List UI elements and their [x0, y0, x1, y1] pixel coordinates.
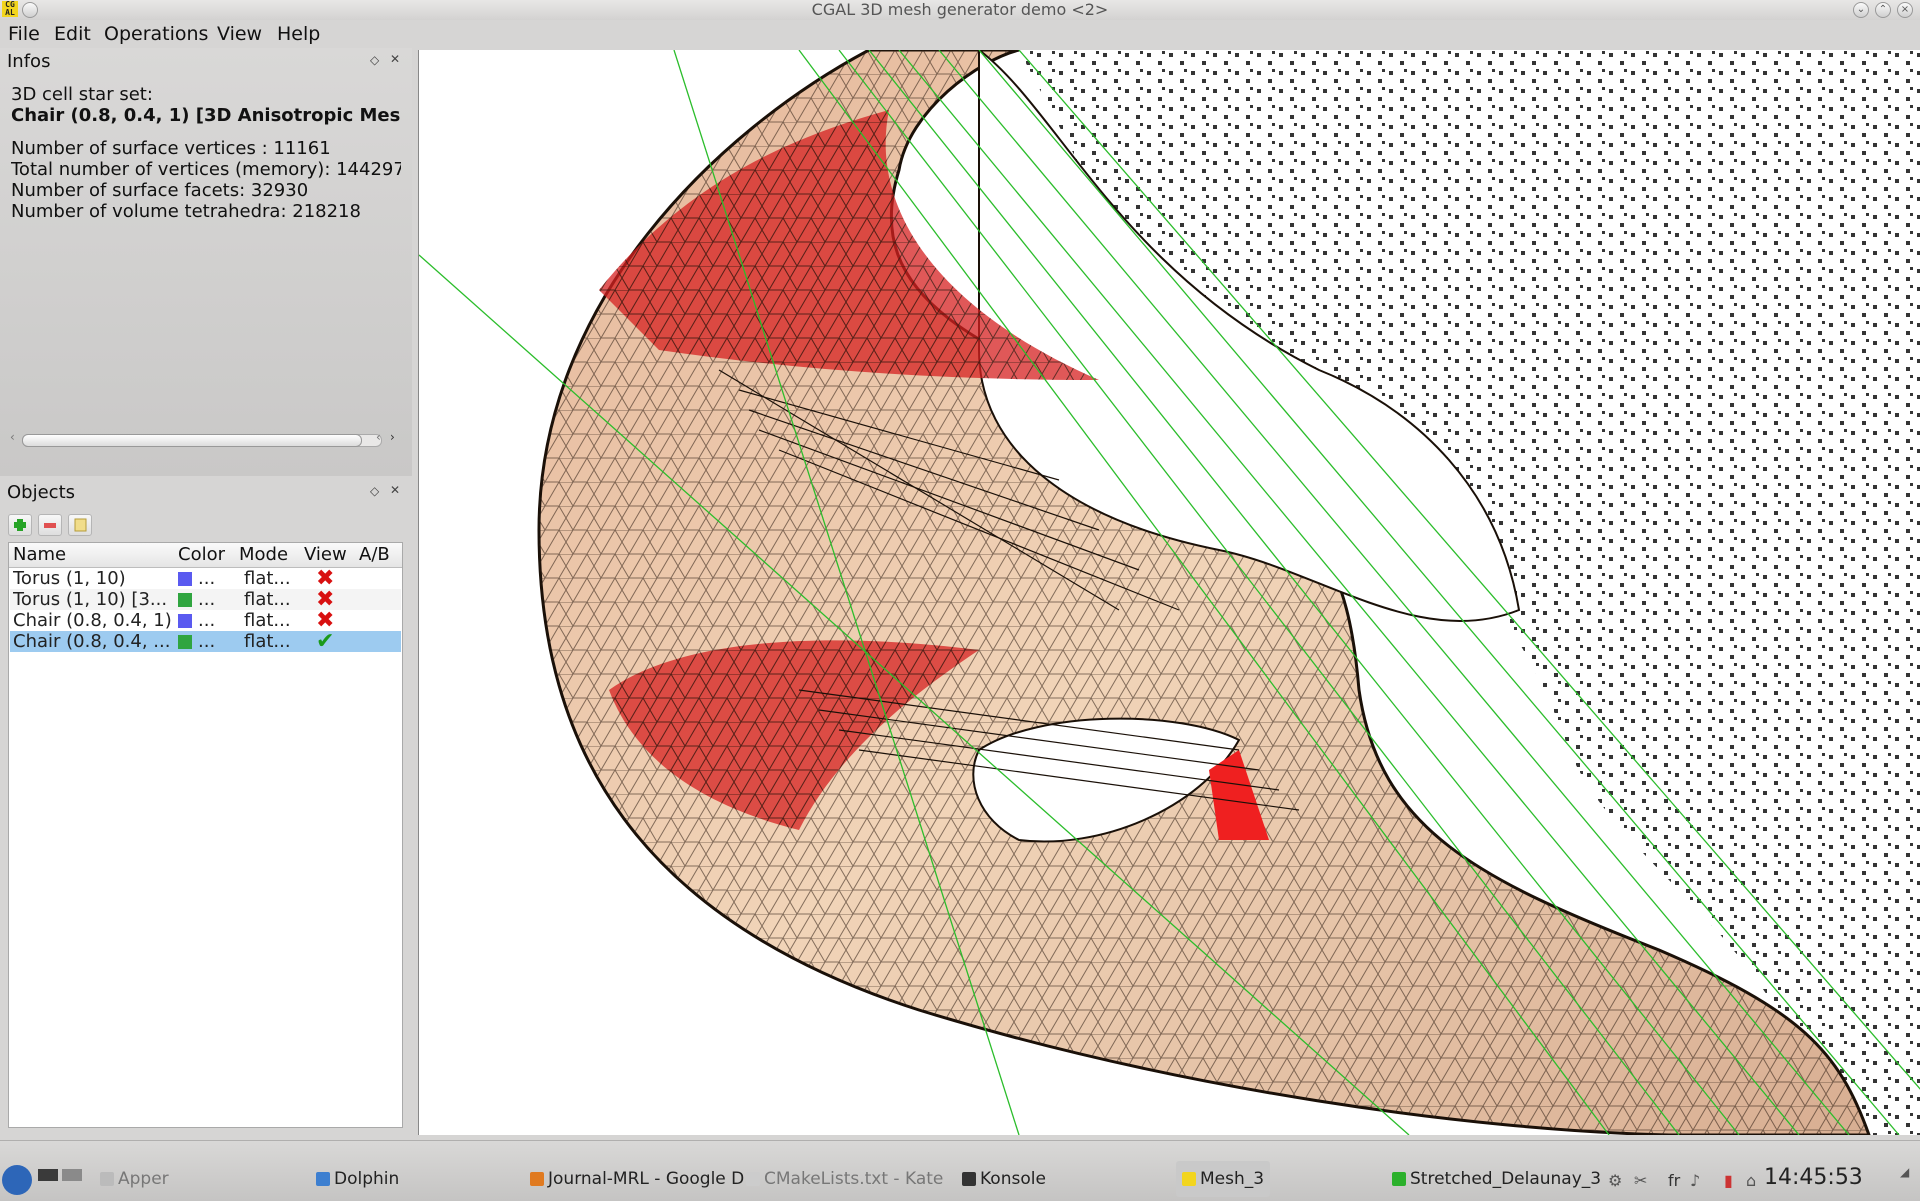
row-color[interactable]: ...	[178, 589, 215, 610]
float-panel-icon[interactable]: ◇	[370, 484, 379, 498]
remove-object-button[interactable]	[38, 514, 62, 536]
green-check-icon[interactable]: ✔	[316, 631, 334, 652]
red-x-icon[interactable]: ✖	[316, 589, 334, 610]
menu-help[interactable]: Help	[277, 20, 320, 48]
float-panel-icon[interactable]: ◇	[370, 53, 379, 67]
row-color[interactable]: ...	[178, 610, 215, 631]
settings-icon[interactable]: ⚙	[1608, 1171, 1622, 1190]
info-stat: Number of volume tetrahedra: 218218	[11, 201, 361, 222]
infos-panel: Infos ◇ ✕ 3D cell star set: Chair (0.8, …	[0, 48, 412, 476]
close-panel-icon[interactable]: ✕	[390, 483, 400, 497]
row-mode[interactable]: flat...	[244, 631, 291, 652]
table-row[interactable]: Chair (0.8, 0.4, 1) ... flat... ✖	[10, 610, 401, 631]
color-swatch	[178, 614, 192, 628]
row-color[interactable]: ...	[178, 631, 215, 652]
info-stat: Number of surface facets: 32930	[11, 180, 309, 201]
table-header: Name Color Mode View A/B	[9, 543, 402, 568]
desktop-pager-icon[interactable]	[62, 1169, 82, 1181]
row-mode[interactable]: flat...	[244, 610, 291, 631]
maximize-icon[interactable]: ⌃	[1875, 2, 1891, 18]
window-titlebar: CG AL CGAL 3D mesh generator demo <2> ⌄ …	[0, 0, 1920, 21]
menu-view[interactable]: View	[217, 20, 262, 48]
color-swatch	[178, 635, 192, 649]
color-swatch	[178, 572, 192, 586]
window-title: CGAL 3D mesh generator demo <2>	[811, 0, 1109, 19]
table-row[interactable]: Torus (1, 10) ... flat... ✖	[10, 568, 401, 589]
header-mode[interactable]: Mode	[239, 543, 288, 567]
header-name[interactable]: Name	[13, 543, 66, 567]
notification-icon[interactable]: ▮	[1724, 1171, 1733, 1190]
row-name: Torus (1, 10)	[13, 568, 126, 589]
minimize-icon[interactable]: ⌄	[1853, 2, 1869, 18]
scroll-left-icon[interactable]: ‹	[376, 430, 381, 444]
row-name: Chair (0.8, 0.4, ...	[13, 631, 171, 652]
clock[interactable]: 14:45:53	[1764, 1163, 1863, 1193]
apper-icon	[100, 1172, 114, 1186]
objects-panel-title: Objects	[7, 482, 76, 503]
menu-file[interactable]: File	[8, 20, 40, 48]
info-stat: Number of surface vertices : 11161	[11, 138, 331, 159]
taskbar: Apper Dolphin Journal-MRL - Google D CMa…	[0, 1140, 1920, 1201]
task-dolphin[interactable]: Dolphin	[316, 1161, 399, 1197]
menu-edit[interactable]: Edit	[54, 20, 91, 48]
header-ab[interactable]: A/B	[359, 543, 390, 567]
menu-operations[interactable]: Operations	[104, 20, 208, 48]
task-stretched-delaunay[interactable]: Stretched_Delaunay_3	[1392, 1161, 1601, 1197]
task-browser[interactable]: Journal-MRL - Google D	[530, 1161, 744, 1197]
infos-panel-title: Infos	[7, 51, 51, 72]
keyboard-layout[interactable]: fr	[1668, 1171, 1680, 1190]
plus-icon	[14, 519, 26, 531]
scroll-right-icon[interactable]: ›	[390, 430, 395, 444]
dolphin-icon	[316, 1172, 330, 1186]
objects-panel: Objects ◇ ✕ Name Color Mode View A/B Tor…	[0, 478, 412, 1134]
cgal-icon	[1182, 1172, 1196, 1186]
infos-content: 3D cell star set: Chair (0.8, 0.4, 1) [3…	[11, 84, 401, 474]
row-name: Chair (0.8, 0.4, 1)	[13, 610, 172, 631]
scrollbar-thumb[interactable]	[22, 434, 362, 447]
red-x-icon[interactable]: ✖	[316, 610, 334, 631]
desktop-pager-icon[interactable]	[38, 1169, 58, 1181]
close-panel-icon[interactable]: ✕	[390, 52, 400, 66]
horizontal-scrollbar[interactable]: ‹ ‹ ›	[10, 430, 400, 448]
mesh-render	[419, 50, 1920, 1135]
color-swatch	[178, 593, 192, 607]
table-row[interactable]: Torus (1, 10) [3... ... flat... ✖	[10, 589, 401, 610]
task-konsole[interactable]: Konsole	[962, 1161, 1046, 1197]
row-color[interactable]: ...	[178, 568, 215, 589]
task-kate[interactable]: CMakeLists.txt - Kate	[746, 1161, 943, 1197]
close-icon[interactable]: ×	[1897, 2, 1913, 18]
add-object-button[interactable]	[8, 514, 32, 536]
red-x-icon[interactable]: ✖	[316, 568, 334, 589]
panel-expand-icon[interactable]: ◢	[1900, 1165, 1909, 1179]
fedora-menu-icon[interactable]	[2, 1165, 32, 1195]
volume-icon[interactable]: ♪	[1690, 1171, 1700, 1190]
info-object-name: Chair (0.8, 0.4, 1) [3D Anisotropic Mes	[11, 105, 401, 126]
minus-icon	[44, 523, 56, 528]
menubar: File Edit Operations View Help	[0, 20, 1920, 48]
network-icon[interactable]: ⌂	[1746, 1171, 1756, 1190]
kate-icon	[746, 1172, 760, 1186]
3d-viewer[interactable]	[418, 50, 1920, 1135]
header-color[interactable]: Color	[178, 543, 225, 567]
cgal-icon	[1392, 1172, 1406, 1186]
folder-icon	[74, 518, 87, 532]
info-stat: Total number of vertices (memory): 14429…	[11, 159, 401, 180]
table-row-selected[interactable]: Chair (0.8, 0.4, ... ... flat... ✔	[10, 631, 401, 652]
scroll-left-icon[interactable]: ‹	[10, 430, 15, 444]
konsole-icon	[962, 1172, 976, 1186]
firefox-icon	[530, 1172, 544, 1186]
header-view[interactable]: View	[304, 543, 347, 567]
objects-table: Name Color Mode View A/B Torus (1, 10) .…	[8, 542, 403, 1128]
row-mode[interactable]: flat...	[244, 568, 291, 589]
scissors-icon[interactable]: ✂	[1634, 1171, 1647, 1190]
info-heading: 3D cell star set:	[11, 84, 153, 105]
duplicate-object-button[interactable]	[68, 514, 92, 536]
row-name: Torus (1, 10) [3...	[13, 589, 168, 610]
row-mode[interactable]: flat...	[244, 589, 291, 610]
task-mesh3[interactable]: Mesh_3	[1176, 1161, 1271, 1197]
task-apper[interactable]: Apper	[100, 1161, 169, 1197]
